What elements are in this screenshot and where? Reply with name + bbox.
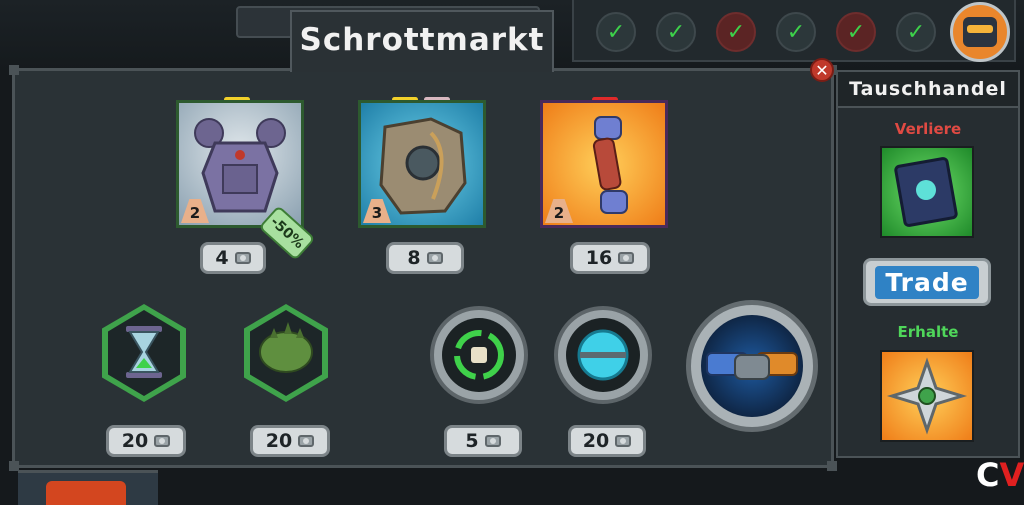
check-icon: ✓ [896,12,936,52]
close-icon: ✕ [815,60,829,80]
nut-icon [484,435,501,447]
nut-icon [618,252,635,264]
page-title: Schrottmarkt [299,22,545,58]
tech-book-icon [894,157,958,227]
check-icon: ✓ [776,12,816,52]
price-value: 16 [585,247,613,269]
spiked-helmet-icon [259,322,313,373]
get-item-card[interactable] [880,350,974,442]
price-value: 20 [265,430,293,452]
logo: CV [976,456,1024,494]
nut-icon [298,435,315,447]
price-tag[interactable]: 16 [570,242,650,274]
price-tag[interactable]: 20 [106,425,186,457]
recycle-dice-icon [454,330,504,380]
price-value: 20 [121,430,149,452]
price-tag[interactable]: 4 [200,242,266,274]
trade-button[interactable]: Trade [863,258,991,306]
trade-button-label: Trade [875,265,979,299]
shop-card-scrap-golem[interactable]: 3 [358,100,486,228]
handshake-tile [701,315,803,417]
page-title-tab: Schrottmarkt [290,10,554,72]
handshake-icon [706,352,798,380]
check-icon: ✓ [716,12,756,52]
bottom-item-graphic [46,481,126,505]
player-avatar[interactable] [950,2,1010,62]
panel-corner [9,65,19,75]
energy-orb-icon [577,329,629,381]
price-tag[interactable]: 5 [444,425,522,457]
trade-title: Tauschhandel [836,70,1020,108]
lose-item-card[interactable] [880,146,974,238]
logo-letter-v: V [999,456,1024,494]
nut-icon [154,435,171,447]
panel-corner [827,461,837,471]
get-label: Erhalte [897,323,959,341]
trade-handshake-button[interactable] [686,300,818,432]
spiked-helmet-tile [250,310,322,396]
close-button[interactable]: ✕ [810,58,834,82]
bottom-item-peek [18,470,158,505]
shop-item-energy-orb[interactable] [554,306,652,404]
energy-orb-tile [566,318,640,392]
price-tag[interactable]: 20 [250,425,330,457]
price-value: 20 [582,430,610,452]
lose-label: Verliere [894,120,962,138]
check-icon: ✓ [596,12,636,52]
shop-card-spiked-arm[interactable]: 2 [540,100,668,228]
shop-item-recycle-dice[interactable] [430,306,528,404]
price-value: 8 [407,247,421,269]
recycle-dice-tile [442,318,516,392]
nut-icon [234,252,251,264]
price-value: 5 [465,430,479,452]
check-icon: ✓ [656,12,696,52]
hourglass-tile [108,310,180,396]
price-tag[interactable]: 8 [386,242,464,274]
nut-icon [615,435,632,447]
shop-card-purple-armor-bot[interactable]: 2 [176,100,304,228]
price-value: 4 [215,247,229,269]
check-icon: ✓ [836,12,876,52]
price-tag[interactable]: 20 [568,425,646,457]
logo-letter-c: C [976,456,1000,494]
shuriken-icon [886,357,968,435]
nut-icon [426,252,443,264]
hourglass-icon [126,326,162,378]
avatar-goggles [967,25,993,33]
